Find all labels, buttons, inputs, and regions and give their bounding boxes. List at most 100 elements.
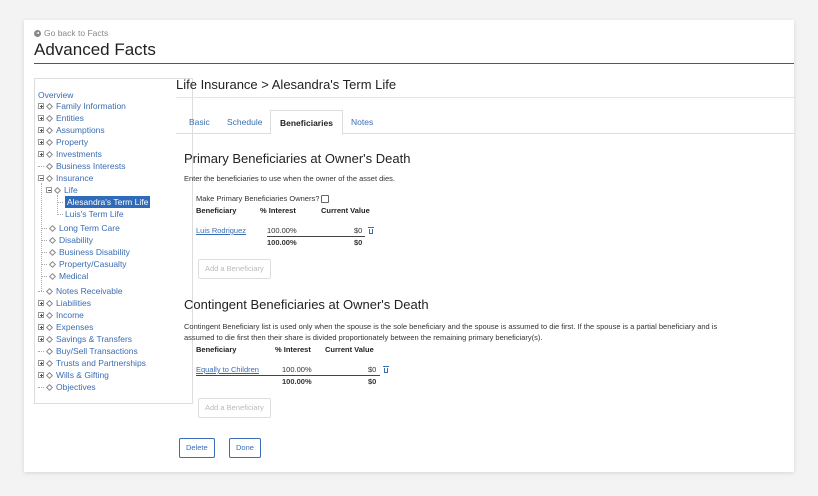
contingent-beneficiaries-heading: Contingent Beneficiaries at Owner's Deat… bbox=[184, 297, 429, 312]
sidebar-item-long-term-care[interactable]: Long Term Care bbox=[41, 222, 120, 234]
total-interest: 100.00% bbox=[282, 377, 312, 386]
tab-basic[interactable]: Basic bbox=[180, 110, 219, 134]
sidebar-item-luis-term-life[interactable]: Luis's Term Life bbox=[57, 208, 124, 220]
back-to-facts-link[interactable]: Go back to Facts bbox=[34, 28, 108, 38]
diamond-icon bbox=[45, 347, 54, 355]
sidebar-item-insurance[interactable]: Insurance bbox=[38, 172, 93, 184]
expand-icon[interactable] bbox=[38, 103, 44, 109]
page-title: Advanced Facts bbox=[34, 40, 156, 59]
expand-icon[interactable] bbox=[38, 360, 44, 366]
primary-description: Enter the beneficiaries to use when the … bbox=[184, 174, 395, 183]
total-value: $0 bbox=[368, 377, 377, 386]
collapse-icon[interactable] bbox=[38, 175, 44, 181]
column-header-beneficiary: Beneficiary bbox=[196, 206, 237, 215]
diamond-icon bbox=[48, 224, 57, 232]
make-owners-row: Make Primary Beneficiaries Owners? bbox=[196, 193, 330, 204]
contingent-description-line2: assumed to die first then their share is… bbox=[184, 333, 543, 342]
sidebar-item-life[interactable]: Life bbox=[46, 184, 78, 196]
collapse-icon[interactable] bbox=[46, 187, 52, 193]
sidebar-item-liabilities[interactable]: Liabilities bbox=[38, 297, 91, 309]
sidebar-item-family-information[interactable]: Family Information bbox=[38, 100, 126, 112]
column-header-beneficiary: Beneficiary bbox=[196, 345, 237, 354]
sidebar-item-wills-gifting[interactable]: Wills & Gifting bbox=[38, 369, 109, 381]
beneficiary-value: $0 bbox=[354, 226, 363, 235]
add-beneficiary-button[interactable]: Add a Beneficiary bbox=[198, 398, 271, 418]
expand-icon[interactable] bbox=[38, 151, 44, 157]
expand-icon[interactable] bbox=[38, 312, 44, 318]
sidebar-item-notes-receivable[interactable]: Notes Receivable bbox=[38, 285, 123, 297]
tab-bar: Basic Schedule Beneficiaries Notes bbox=[176, 110, 794, 135]
sidebar-item-medical[interactable]: Medical bbox=[41, 270, 88, 282]
diamond-icon bbox=[45, 126, 54, 134]
diamond-icon bbox=[45, 299, 54, 307]
expand-icon[interactable] bbox=[38, 336, 44, 342]
sidebar-item-income[interactable]: Income bbox=[38, 309, 84, 321]
sidebar-item-entities[interactable]: Entities bbox=[38, 112, 84, 124]
expand-icon[interactable] bbox=[38, 372, 44, 378]
expand-icon[interactable] bbox=[38, 300, 44, 306]
sidebar-item-buy-sell[interactable]: Buy/Sell Transactions bbox=[38, 345, 138, 357]
sidebar-item-expenses[interactable]: Expenses bbox=[38, 321, 93, 333]
main-title: Life Insurance > Alesandra's Term Life bbox=[176, 77, 397, 92]
sidebar-item-assumptions[interactable]: Assumptions bbox=[38, 124, 105, 136]
total-value: $0 bbox=[354, 238, 363, 247]
sidebar-item-disability[interactable]: Disability bbox=[41, 234, 93, 246]
sidebar-item-business-disability[interactable]: Business Disability bbox=[41, 246, 130, 258]
beneficiary-interest: 100.00% bbox=[282, 365, 312, 374]
expand-icon[interactable] bbox=[38, 139, 44, 145]
diamond-icon bbox=[45, 383, 54, 391]
sidebar-item-business-interests[interactable]: Business Interests bbox=[38, 160, 125, 172]
column-header-current-value: Current Value bbox=[325, 345, 374, 354]
expand-icon[interactable] bbox=[38, 324, 44, 330]
trash-icon[interactable] bbox=[368, 227, 374, 234]
sidebar-item-investments[interactable]: Investments bbox=[38, 148, 102, 160]
tab-beneficiaries[interactable]: Beneficiaries bbox=[270, 110, 343, 135]
diamond-icon bbox=[48, 236, 57, 244]
diamond-icon bbox=[45, 287, 54, 295]
title-divider bbox=[34, 63, 794, 64]
expand-icon[interactable] bbox=[38, 115, 44, 121]
diamond-icon bbox=[45, 162, 54, 170]
diamond-icon bbox=[45, 174, 54, 182]
beneficiary-link[interactable]: Luis Rodriguez bbox=[196, 226, 246, 235]
diamond-icon bbox=[45, 150, 54, 158]
back-link-label: Go back to Facts bbox=[44, 28, 109, 38]
trash-icon[interactable] bbox=[383, 366, 389, 373]
facts-sidebar-tree: Overview Family Information Entities Ass… bbox=[34, 78, 193, 404]
diamond-icon bbox=[45, 114, 54, 122]
sidebar-item-trusts[interactable]: Trusts and Partnerships bbox=[38, 357, 146, 369]
diamond-icon bbox=[45, 335, 54, 343]
diamond-icon bbox=[45, 102, 54, 110]
total-rule bbox=[196, 375, 380, 376]
sidebar-item-savings-transfers[interactable]: Savings & Transfers bbox=[38, 333, 132, 345]
done-button[interactable]: Done bbox=[229, 438, 261, 458]
sidebar-item-property-casualty[interactable]: Property/Casualty bbox=[41, 258, 127, 270]
tab-schedule[interactable]: Schedule bbox=[218, 110, 271, 134]
diamond-icon bbox=[48, 260, 57, 268]
main-title-divider bbox=[176, 97, 794, 98]
sidebar-item-objectives[interactable]: Objectives bbox=[38, 381, 96, 393]
sidebar-item-alesandra-term-life[interactable]: Alesandra's Term Life bbox=[57, 196, 151, 208]
diamond-icon bbox=[45, 138, 54, 146]
sidebar-item-property[interactable]: Property bbox=[38, 136, 88, 148]
diamond-icon bbox=[45, 311, 54, 319]
add-beneficiary-button[interactable]: Add a Beneficiary bbox=[198, 259, 271, 279]
diamond-icon bbox=[45, 323, 54, 331]
column-header-interest: % Interest bbox=[275, 345, 311, 354]
column-header-current-value: Current Value bbox=[321, 206, 370, 215]
arrow-left-circle-icon bbox=[34, 29, 41, 37]
delete-button[interactable]: Delete bbox=[179, 438, 215, 458]
diamond-icon bbox=[45, 359, 54, 367]
beneficiary-link[interactable]: Equally to Children bbox=[196, 365, 259, 374]
make-owners-checkbox[interactable] bbox=[321, 195, 330, 204]
tab-notes[interactable]: Notes bbox=[342, 110, 382, 134]
diamond-icon bbox=[48, 248, 57, 256]
beneficiary-value: $0 bbox=[368, 365, 377, 374]
expand-icon[interactable] bbox=[38, 127, 44, 133]
beneficiary-interest: 100.00% bbox=[267, 226, 297, 235]
diamond-icon bbox=[53, 186, 62, 194]
diamond-icon bbox=[45, 371, 54, 379]
total-interest: 100.00% bbox=[267, 238, 297, 247]
total-rule bbox=[267, 236, 365, 237]
column-header-interest: % Interest bbox=[260, 206, 296, 215]
